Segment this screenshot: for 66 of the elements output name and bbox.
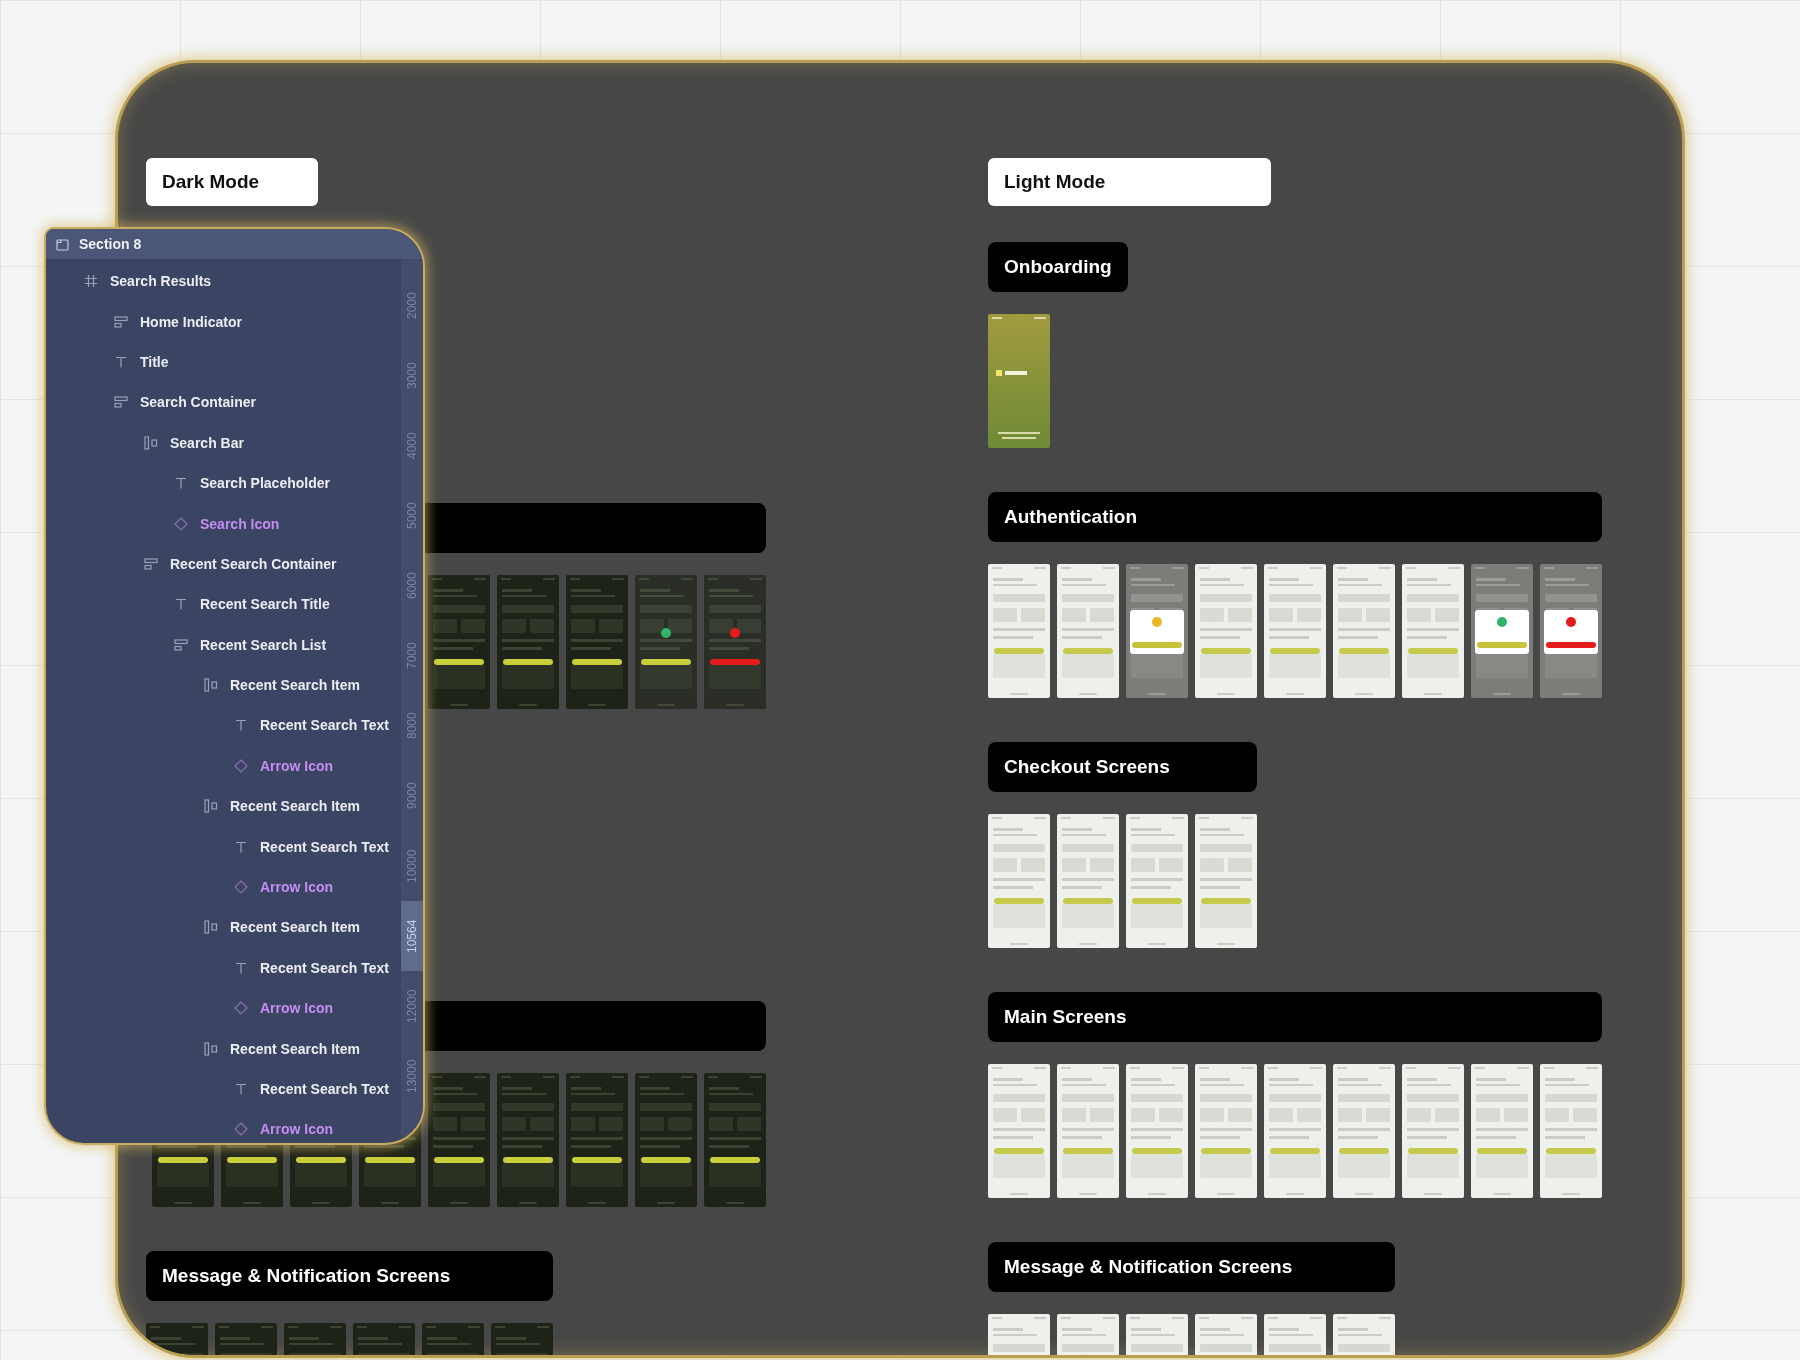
layer-item[interactable]: Title	[46, 341, 401, 383]
section-title-bar: Checkout Screens	[988, 742, 1257, 792]
align-left-icon	[114, 315, 128, 328]
layer-item[interactable]: Arrow Icon	[46, 866, 401, 908]
text-icon	[174, 476, 188, 491]
text-icon	[234, 718, 248, 733]
ruler-mark: 12000	[404, 988, 420, 1025]
section-title-bar: Authentication	[988, 492, 1602, 542]
align-left-icon	[114, 396, 128, 409]
diamond-icon	[234, 1001, 248, 1016]
layer-item[interactable]: Recent Search Item	[46, 1028, 401, 1069]
layer-item[interactable]: Recent Search Item	[46, 786, 401, 827]
layer-item[interactable]: Home Indicator	[46, 301, 401, 342]
columns-icon	[204, 799, 218, 814]
diamond-icon	[234, 880, 248, 895]
text-icon	[234, 960, 248, 975]
layer-item[interactable]: Recent Search Text	[46, 705, 401, 746]
ruler-mark: 2000	[404, 291, 420, 322]
align-left-icon	[144, 557, 158, 570]
ruler-mark: 7000	[404, 641, 420, 672]
columns-icon	[204, 678, 218, 693]
ruler-mark: 13000	[404, 1058, 420, 1095]
layer-item[interactable]: Recent Search Item	[46, 907, 401, 948]
ruler-mark: 10564	[401, 901, 423, 971]
ruler-mark: 8000	[404, 711, 420, 742]
text-icon	[114, 354, 128, 369]
text-icon	[234, 839, 248, 854]
ruler-mark: 9000	[404, 781, 420, 812]
text-icon	[174, 597, 188, 612]
layer-item[interactable]: Recent Search Text	[46, 826, 401, 867]
layer-item[interactable]: Arrow Icon	[46, 988, 401, 1029]
layer-item[interactable]: Search Container	[46, 382, 401, 423]
ruler-mark: 10000	[404, 848, 420, 885]
text-icon	[234, 1082, 248, 1096]
section-icon	[56, 237, 69, 251]
align-left-icon	[174, 638, 188, 651]
columns-icon	[204, 920, 218, 935]
layer-item[interactable]: Recent Search Item	[46, 664, 401, 706]
ruler-mark: 5000	[404, 501, 420, 532]
mode-label: Light Mode	[988, 158, 1271, 206]
diamond-icon	[234, 758, 248, 773]
mode-label: Dark Mode	[146, 158, 318, 206]
layer-item[interactable]: Search Bar	[46, 422, 401, 463]
layer-item[interactable]: Recent Search Container	[46, 543, 401, 585]
ruler-mark: 6000	[404, 571, 420, 602]
section-title-bar: Message & Notification Screens	[146, 1251, 553, 1301]
layer-item[interactable]: Search Placeholder	[46, 462, 401, 504]
section-title-bar: Main Screens	[988, 992, 1602, 1042]
diamond-icon	[174, 516, 188, 531]
columns-icon	[204, 1041, 218, 1056]
section-title-bar: Onboarding	[988, 242, 1128, 292]
columns-icon	[144, 435, 158, 450]
layer-item[interactable]: Search Results	[46, 261, 401, 302]
diamond-icon	[234, 1122, 248, 1137]
layer-item[interactable]: Recent Search List	[46, 624, 401, 665]
layer-item[interactable]: Recent Search Text	[46, 947, 401, 989]
layer-item[interactable]: Recent Search Title	[46, 584, 401, 625]
hash-icon	[84, 274, 98, 289]
layer-item[interactable]: Arrow Icon	[46, 1109, 401, 1143]
layer-item[interactable]: Arrow Icon	[46, 745, 401, 787]
ruler-mark: 4000	[404, 431, 420, 462]
section-title: Section 8	[79, 236, 142, 252]
layer-item[interactable]: Recent Search Text	[46, 1068, 401, 1110]
ruler-mark: 3000	[404, 361, 420, 392]
section-title-bar: Message & Notification Screens	[988, 1242, 1395, 1292]
layer-item[interactable]: Search Icon	[46, 503, 401, 544]
